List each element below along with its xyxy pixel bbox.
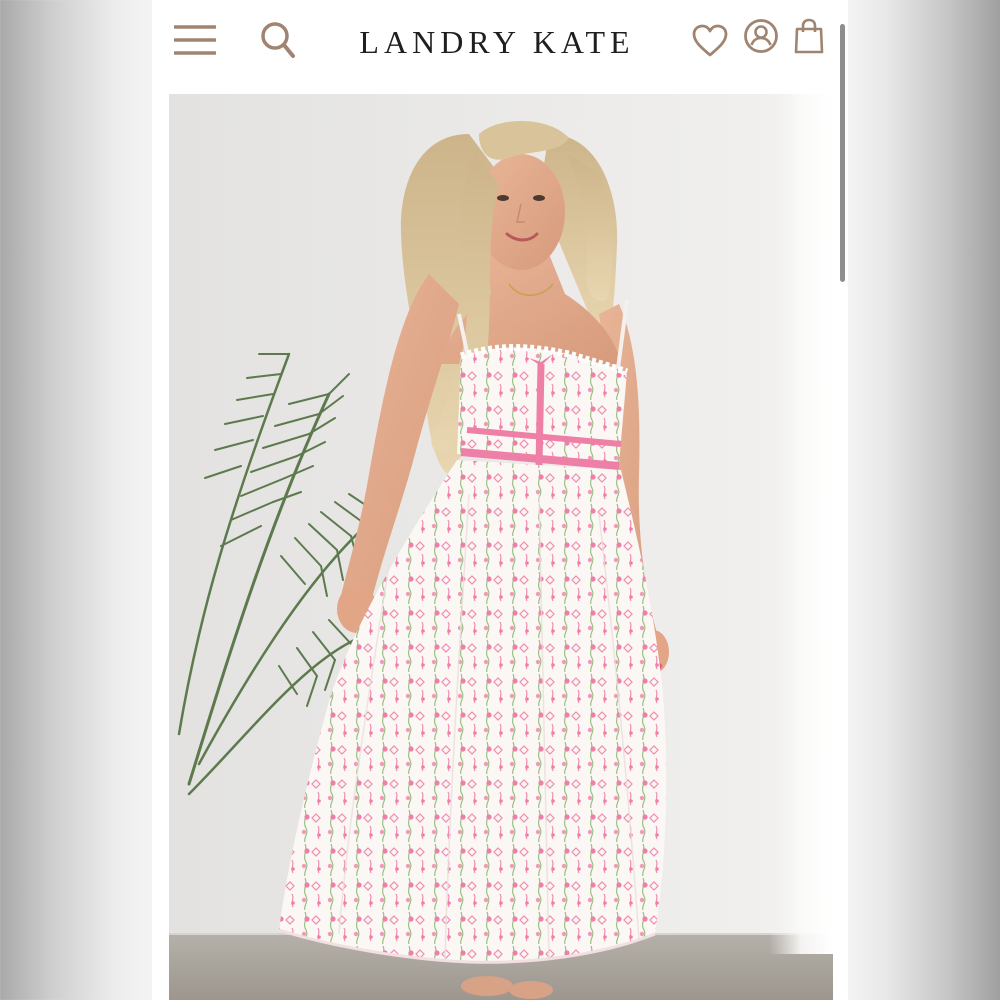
bag-icon[interactable] [794, 18, 824, 54]
menu-icon[interactable] [174, 24, 216, 56]
search-icon[interactable] [260, 20, 296, 60]
mobile-screen: LANDRY KATE [152, 0, 848, 1000]
scrollbar[interactable] [840, 24, 845, 282]
site-header: LANDRY KATE [152, 0, 848, 82]
heart-icon[interactable] [692, 24, 728, 58]
background-blur-right [848, 0, 1000, 1000]
background-blur-left [0, 0, 152, 1000]
account-icon[interactable] [743, 18, 779, 54]
product-photo [169, 94, 833, 1000]
product-image[interactable] [169, 94, 833, 1000]
brand-logo[interactable]: LANDRY KATE [337, 22, 657, 62]
